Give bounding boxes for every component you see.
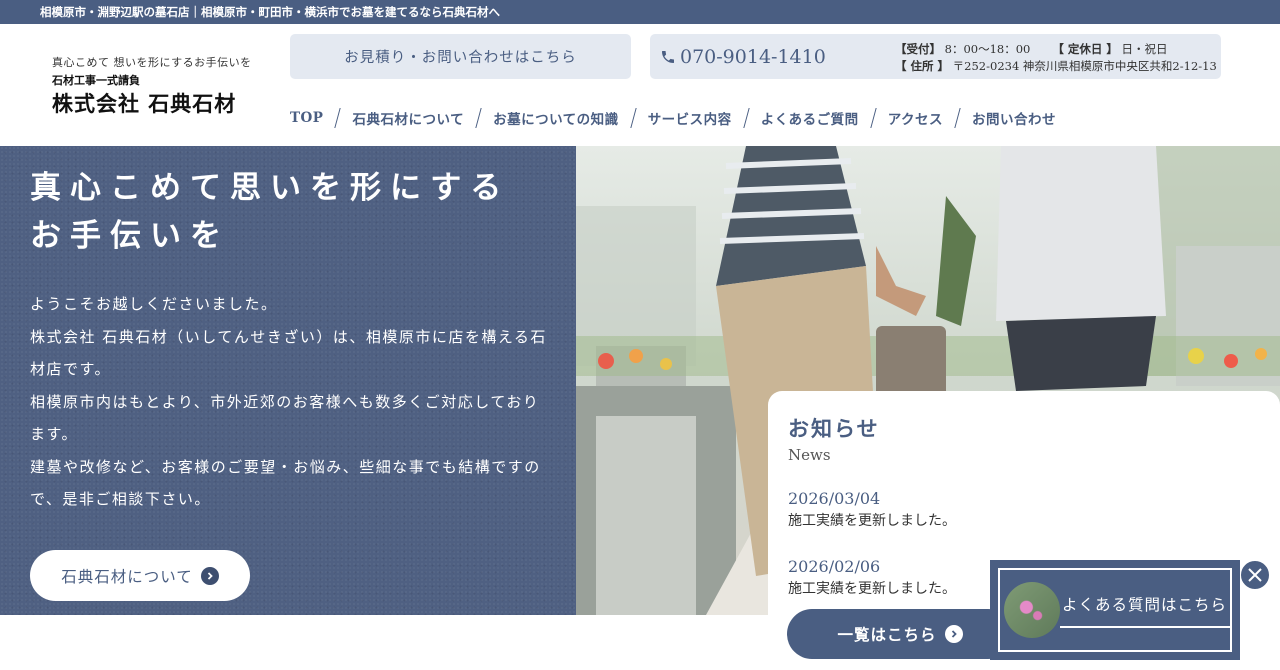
nav-separator: [954, 108, 961, 128]
hero-paragraph: ようこそお越しくださいました。: [30, 295, 278, 313]
hero-paragraph: 建墓や改修など、お客様のご要望・お悩み、些細な事でも結構ですので、是非ご相談下さ…: [30, 457, 541, 509]
holiday-label: 【 定休日 】: [1052, 42, 1118, 56]
news-text: 施工実績を更新しました。: [788, 513, 956, 529]
nav-item-access[interactable]: アクセス: [888, 108, 943, 128]
address-value: 〒252-0234 神奈川県相模原市中央区共和2-12-13: [952, 59, 1217, 73]
holiday-value: 日・祝日: [1121, 42, 1168, 56]
contact-button[interactable]: お見積り・お問い合わせはこちら: [290, 34, 631, 79]
hours-label: 【受付】: [895, 42, 941, 56]
info-box: 070-9014-1410 【受付】 8：00〜18：00 【 定休日 】 日・…: [650, 34, 1221, 79]
news-list-button[interactable]: 一覧はこちら: [787, 609, 1013, 659]
logo[interactable]: 真心こめて 想いを形にするお手伝いを 石材工事一式請負 株式会社 石典石材: [52, 54, 252, 118]
logo-sub: 石材工事一式請負: [52, 74, 140, 87]
top-banner-text: 相模原市・淵野辺駅の墓石店｜相模原市・町田市・横浜市でお墓を建てるなら石典石材へ: [40, 5, 500, 19]
business-info: 【受付】 8：00〜18：00 【 定休日 】 日・祝日 【 住所 】 〒252…: [895, 41, 1217, 75]
about-button[interactable]: 石典石材について: [30, 550, 250, 601]
nav-item-knowledge[interactable]: お墓についての知識: [493, 108, 619, 128]
news-date: 2026/03/04: [788, 489, 881, 508]
nav-item-top[interactable]: TOP: [290, 110, 323, 126]
nav-separator: [870, 108, 877, 128]
news-text: 施工実績を更新しました。: [788, 581, 956, 597]
about-button-label: 石典石材について: [61, 567, 193, 586]
nav-separator: [475, 108, 482, 128]
nav-item-about[interactable]: 石典石材について: [352, 108, 464, 128]
hero-panel: 真心こめて思いを形にする お手伝いを ようこそお越しくださいました。 株式会社 …: [0, 146, 576, 615]
hero-intro: ようこそお越しくださいました。 株式会社 石典石材（いしてんせきざい）は、相模原…: [30, 288, 550, 516]
faq-banner-underline: [1060, 626, 1232, 628]
site-header: 真心こめて 想いを形にするお手伝いを 石材工事一式請負 株式会社 石典石材 お見…: [0, 24, 1280, 146]
hours-value: 8：00〜18：00: [944, 42, 1031, 56]
flower-thumbnail: [1004, 582, 1060, 638]
faq-banner[interactable]: よくある質問はこちら: [990, 560, 1240, 660]
news-item[interactable]: 2026/03/04 施工実績を更新しました。: [788, 489, 956, 530]
nav-item-services[interactable]: サービス内容: [648, 108, 732, 128]
main-nav: TOP 石典石材について お墓についての知識 サービス内容 よくあるご質問 アク…: [290, 108, 1056, 128]
faq-banner-inner: よくある質問はこちら: [998, 568, 1232, 652]
nav-item-contact[interactable]: お問い合わせ: [972, 108, 1056, 128]
phone-link[interactable]: 070-9014-1410: [660, 34, 826, 79]
news-list-button-label: 一覧はこちら: [837, 625, 937, 644]
hero-title: 真心こめて思いを形にする お手伝いを: [30, 164, 510, 260]
news-subtitle: News: [788, 446, 831, 464]
hero-paragraph: 株式会社 石典石材（いしてんせきざい）は、相模原市に店を構える石材店です。: [30, 327, 547, 379]
phone-icon: [662, 50, 674, 63]
logo-tagline: 真心こめて 想いを形にするお手伝いを: [52, 56, 252, 69]
news-item[interactable]: 2026/02/06 施工実績を更新しました。: [788, 557, 956, 598]
faq-banner-label: よくある質問はこちら: [1062, 596, 1228, 614]
nav-separator: [743, 108, 750, 128]
phone-number: 070-9014-1410: [680, 45, 826, 68]
hero-title-line2: お手伝いを: [30, 218, 230, 254]
chevron-right-circle-icon: [944, 625, 963, 643]
news-title: お知らせ: [788, 416, 880, 441]
nav-separator: [334, 108, 342, 128]
nav-item-faq[interactable]: よくあるご質問: [761, 108, 859, 128]
logo-name: 株式会社 石典石材: [52, 92, 237, 116]
contact-button-label: お見積り・お問い合わせはこちら: [344, 50, 577, 66]
nav-separator: [630, 108, 637, 128]
close-banner-button[interactable]: [1240, 560, 1270, 590]
hero-title-line1: 真心こめて思いを形にする: [30, 170, 511, 206]
news-date: 2026/02/06: [788, 557, 881, 576]
address-label: 【 住所 】: [895, 59, 950, 73]
hero-paragraph: 相模原市内はもとより、市外近郊のお客様へも数多くご対応しております。: [30, 392, 540, 444]
chevron-right-circle-icon: [200, 566, 219, 585]
close-icon: [1248, 568, 1262, 582]
top-banner: 相模原市・淵野辺駅の墓石店｜相模原市・町田市・横浜市でお墓を建てるなら石典石材へ: [0, 0, 1280, 24]
